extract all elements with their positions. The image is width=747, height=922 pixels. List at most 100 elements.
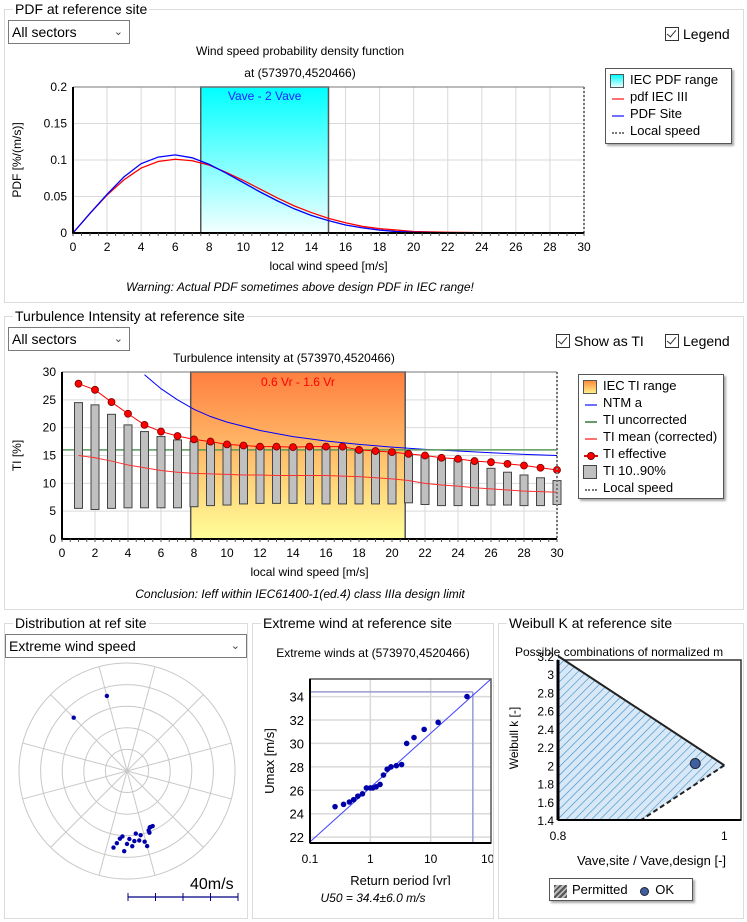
distribution-value: Extreme wind speed — [9, 638, 136, 654]
pdf-legend-checkbox-label: Legend — [683, 26, 730, 42]
ti-effective-point — [91, 385, 99, 394]
band-label: 0.6 Vr - 1.6 Vr — [261, 375, 335, 389]
extreme-data-point — [435, 719, 441, 726]
show-as-ti-label: Show as TI — [574, 333, 644, 349]
ti-effective-point — [520, 461, 528, 470]
u50-result: U50 = 34.4±6.0 m/s — [320, 891, 426, 905]
dist-group-title: Distribution at ref site — [13, 615, 149, 631]
band-label: Vave - 2 Vave — [228, 89, 302, 103]
extreme-wind-point — [142, 839, 147, 844]
blue-line-icon — [610, 108, 626, 122]
polar-sector-line — [126, 742, 232, 772]
y-tick-label: 0.15 — [44, 117, 68, 131]
y-tick-label: 22 — [290, 830, 304, 845]
red-line-icon — [610, 91, 626, 105]
extreme-wind-point — [144, 843, 150, 849]
legend-item-ti-10-90: TI 10..90% — [579, 462, 723, 479]
extreme-data-point — [332, 803, 338, 810]
pdf-group-title: PDF at reference site — [13, 1, 150, 17]
ti-10-90-bar — [173, 439, 182, 509]
extreme-wind-point — [122, 848, 127, 854]
checkbox-checked-icon — [665, 334, 679, 348]
y-tick-label: 0.2 — [50, 80, 67, 94]
y-tick-label: 2 — [547, 759, 554, 773]
ti-sector-value: All sectors — [12, 331, 77, 347]
ti-conclusion: Conclusion: Ieff within IEC61400-1(ed.4)… — [135, 587, 465, 601]
y-tick-label: 28 — [290, 760, 304, 775]
x-tick-label: 0 — [70, 240, 77, 254]
x-tick-label: 22 — [441, 240, 455, 254]
y-tick-label: 1.6 — [537, 796, 554, 810]
y-axis-label: TI [%] — [10, 440, 24, 471]
ti-effective-point — [355, 446, 363, 454]
y-tick-label: 1.4 — [537, 814, 554, 828]
extreme-wind-point — [132, 838, 137, 844]
ti-legend: IEC TI range NTM a TI uncorrected TI mea… — [578, 374, 724, 499]
ti-effective-point — [74, 379, 83, 388]
extreme-data-point — [340, 801, 347, 808]
x-axis-label: local wind speed [m/s] — [269, 259, 387, 273]
y-tick-label: 0.1 — [50, 153, 67, 167]
pdf-legend-checkbox[interactable]: Legend — [665, 25, 730, 43]
pdf-warning: Warning: Actual PDF sometimes above desi… — [126, 280, 474, 294]
x-tick-label: 6 — [158, 546, 165, 560]
ti-legend-checkbox[interactable]: Legend — [665, 332, 730, 350]
y-tick-label: 1.8 — [537, 778, 554, 792]
ti-effective-point — [173, 432, 182, 440]
y-tick-label: 0 — [49, 532, 56, 546]
weibull-legend-row: Permitted OK — [550, 881, 692, 898]
ti-effective-point — [536, 463, 545, 472]
extreme-wind-point — [114, 840, 120, 846]
x-tick-label: 16 — [319, 546, 333, 560]
extreme-data-point — [393, 762, 400, 769]
x-tick-label: 22 — [418, 546, 432, 560]
extreme-data-point — [411, 734, 417, 741]
pdf-legend: IEC PDF range pdf IEC III PDF Site Local… — [605, 68, 732, 144]
extreme-data-point — [380, 772, 387, 778]
ti-effective-point — [338, 442, 347, 451]
y-tick-label: 3.2 — [537, 650, 554, 664]
y-axis-label: Umax [m/s] — [262, 728, 277, 794]
x-tick-label: 16 — [339, 240, 353, 254]
extreme-wind-point — [133, 831, 138, 836]
x-tick-label: 28 — [543, 240, 557, 254]
polar-sector-line — [126, 694, 204, 772]
ti-10-90-bar — [387, 451, 397, 505]
x-axis-label: Return period [yr] — [350, 873, 450, 885]
legend-item-local-speed: Local speed — [579, 479, 723, 496]
x-tick-label: 10 — [424, 852, 438, 866]
extreme-wind-point — [71, 715, 76, 720]
gray-box-icon — [583, 464, 599, 479]
ti-10-90-bar — [189, 441, 199, 508]
polar-sector-line — [126, 666, 156, 772]
ti-effective-point — [190, 435, 198, 444]
x-tick-label: 0.8 — [550, 829, 567, 843]
y-tick-label: 10 — [43, 476, 57, 490]
ti-effective-point — [223, 440, 231, 449]
ti-effective-point — [124, 409, 132, 418]
ti-effective-point — [256, 442, 264, 451]
hatch-swatch-icon — [554, 884, 568, 898]
polar-sector-line — [126, 770, 156, 876]
polar-sector-line — [50, 694, 128, 772]
x-tick-label: 14 — [305, 240, 319, 254]
ti-chart: Turbulence intensity at (573970,4520466)… — [10, 351, 564, 579]
x-tick-label: 4 — [125, 546, 132, 560]
extreme-wind-point — [148, 824, 153, 830]
ti-effective-point — [437, 453, 446, 462]
x-tick-label: 4 — [138, 240, 145, 254]
pdf-chart-title: Wind speed probability density function — [196, 44, 404, 58]
y-tick-label: 24 — [290, 807, 304, 822]
x-tick-label: 28 — [517, 546, 531, 560]
extreme-wind-point — [104, 693, 110, 699]
ok-dot-icon — [639, 884, 651, 898]
x-tick-label: 6 — [172, 240, 179, 254]
distribution-select[interactable]: Extreme wind speed ⌄ — [5, 634, 247, 658]
ti-effective-point — [470, 457, 479, 465]
polar-scale-label: 40m/s — [190, 876, 234, 893]
legend-item-local-speed: Local speed — [606, 122, 731, 139]
x-tick-label: 14 — [286, 546, 300, 560]
ti-10-90-bar — [470, 462, 479, 507]
extreme-wind-point — [147, 830, 152, 835]
y-tick-label: 0 — [60, 226, 67, 240]
